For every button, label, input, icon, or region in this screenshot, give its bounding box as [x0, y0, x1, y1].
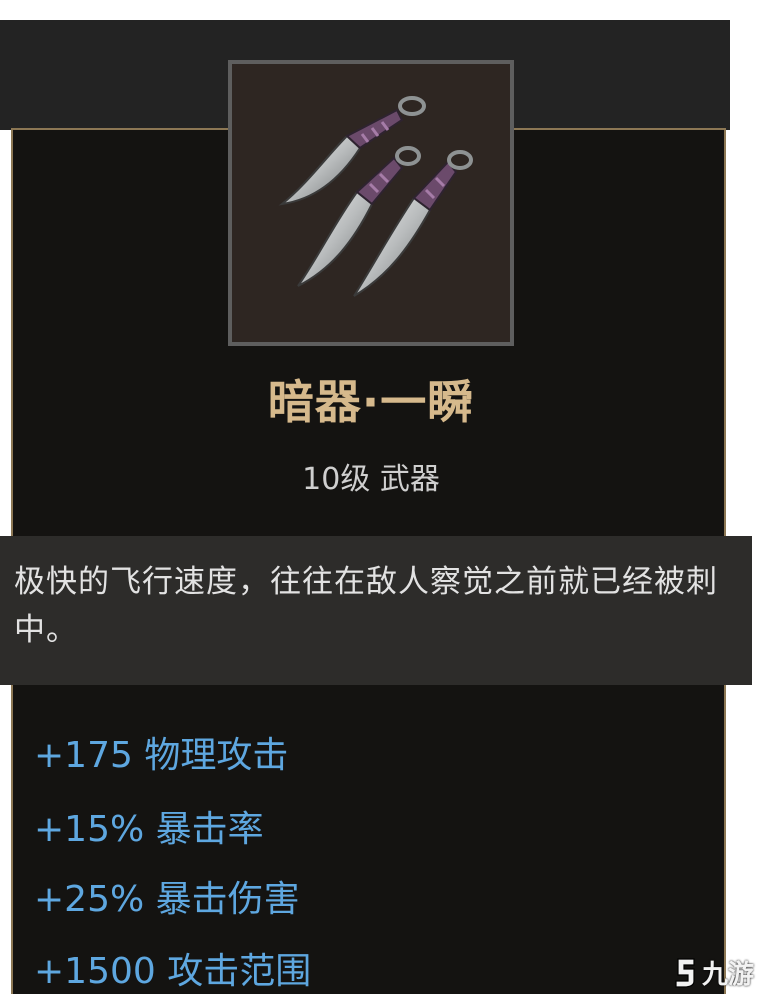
- item-description: 极快的飞行速度，往往在敌人察觉之前就已经被刺中。: [14, 564, 718, 648]
- item-tooltip-screen: 暗器·一瞬 10级 武器 极快的飞行速度，往往在敌人察觉之前就已经被刺中。 +1…: [0, 0, 761, 994]
- watermark-text: 九游: [702, 959, 755, 990]
- item-name: 暗器·一瞬: [267, 375, 475, 429]
- throwing-knives-icon: [278, 96, 473, 297]
- knife-3: [353, 150, 473, 297]
- item-description-box: 极快的飞行速度，往往在敌人察觉之前就已经被刺中。: [0, 536, 752, 685]
- stat-physical-attack: +175 物理攻击: [34, 735, 289, 776]
- stat-crit-damage: +25% 暴击伤害: [34, 879, 300, 920]
- item-level-type: 10级 武器: [302, 462, 440, 497]
- stat-attack-range: +1500 攻击范围: [34, 951, 312, 992]
- item-icon-frame: [228, 60, 514, 346]
- site-watermark: 九游: [672, 950, 761, 994]
- stat-crit-rate: +15% 暴击率: [34, 809, 264, 850]
- jiuyou-logo-icon: [675, 958, 695, 988]
